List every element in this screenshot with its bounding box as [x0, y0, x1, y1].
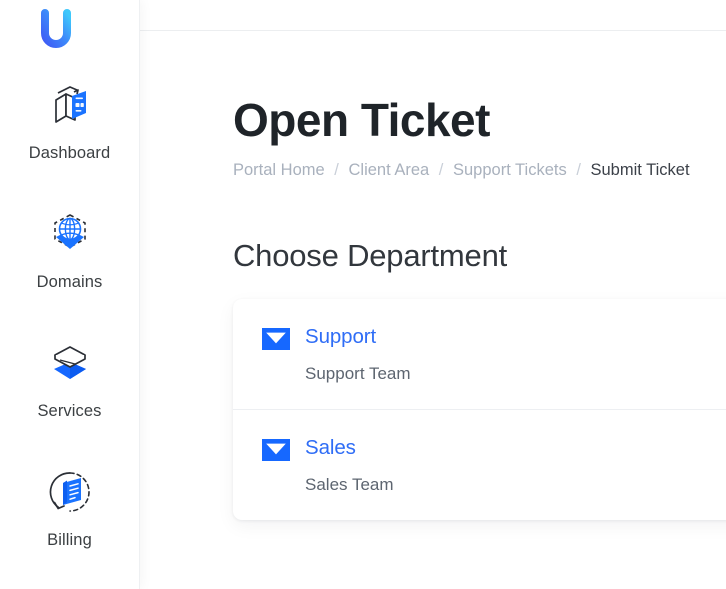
sidebar-item-services[interactable]: Services: [0, 320, 139, 449]
department-row-sales[interactable]: Sales Sales Team: [233, 409, 726, 520]
sidebar-item-dashboard[interactable]: Dashboard: [0, 62, 139, 191]
sidebar-item-label: Services: [37, 401, 101, 421]
envelope-icon: [262, 439, 290, 461]
sidebar-item-label: Domains: [37, 272, 103, 292]
globe-domain-icon: [42, 207, 98, 263]
breadcrumb-separator: /: [329, 161, 344, 179]
sidebar-item-domains[interactable]: Domains: [0, 191, 139, 320]
uh-logo-icon: [39, 9, 101, 55]
billing-invoice-icon: [42, 465, 98, 521]
section-title: Choose Department: [233, 181, 726, 275]
content-area: Open Ticket Portal Home / Client Area / …: [139, 31, 726, 589]
department-description: Support Team: [305, 363, 726, 385]
department-description: Sales Team: [305, 474, 726, 496]
breadcrumb-item-submit-ticket: Submit Ticket: [591, 161, 690, 179]
department-list-card: Support Support Team Sales Sales Team: [233, 299, 726, 520]
breadcrumb-separator: /: [434, 161, 449, 179]
envelope-icon: [262, 328, 290, 350]
breadcrumb-item-portal-home[interactable]: Portal Home: [233, 161, 325, 179]
sidebar-nav: Dashboard Domains: [0, 62, 139, 578]
sidebar-item-label: Dashboard: [29, 143, 111, 163]
sidebar-item-label: Billing: [47, 530, 92, 550]
page-title: Open Ticket: [233, 31, 726, 147]
department-link-support[interactable]: Support: [305, 325, 376, 349]
sidebar-item-billing[interactable]: Billing: [0, 449, 139, 578]
breadcrumb-item-support-tickets[interactable]: Support Tickets: [453, 161, 567, 179]
app-root: Dashboard Domains: [0, 0, 726, 589]
department-link-sales[interactable]: Sales: [305, 436, 356, 460]
dashboard-cards-icon: [42, 78, 98, 134]
sidebar: Dashboard Domains: [0, 0, 139, 589]
main-content: Open Ticket Portal Home / Client Area / …: [139, 0, 726, 589]
breadcrumb: Portal Home / Client Area / Support Tick…: [233, 159, 726, 181]
brand-logo[interactable]: [0, 0, 139, 62]
breadcrumb-separator: /: [571, 161, 586, 179]
department-row-support[interactable]: Support Support Team: [233, 299, 726, 409]
services-box-icon: [42, 336, 98, 392]
topbar: [139, 0, 726, 31]
breadcrumb-item-client-area[interactable]: Client Area: [348, 161, 429, 179]
